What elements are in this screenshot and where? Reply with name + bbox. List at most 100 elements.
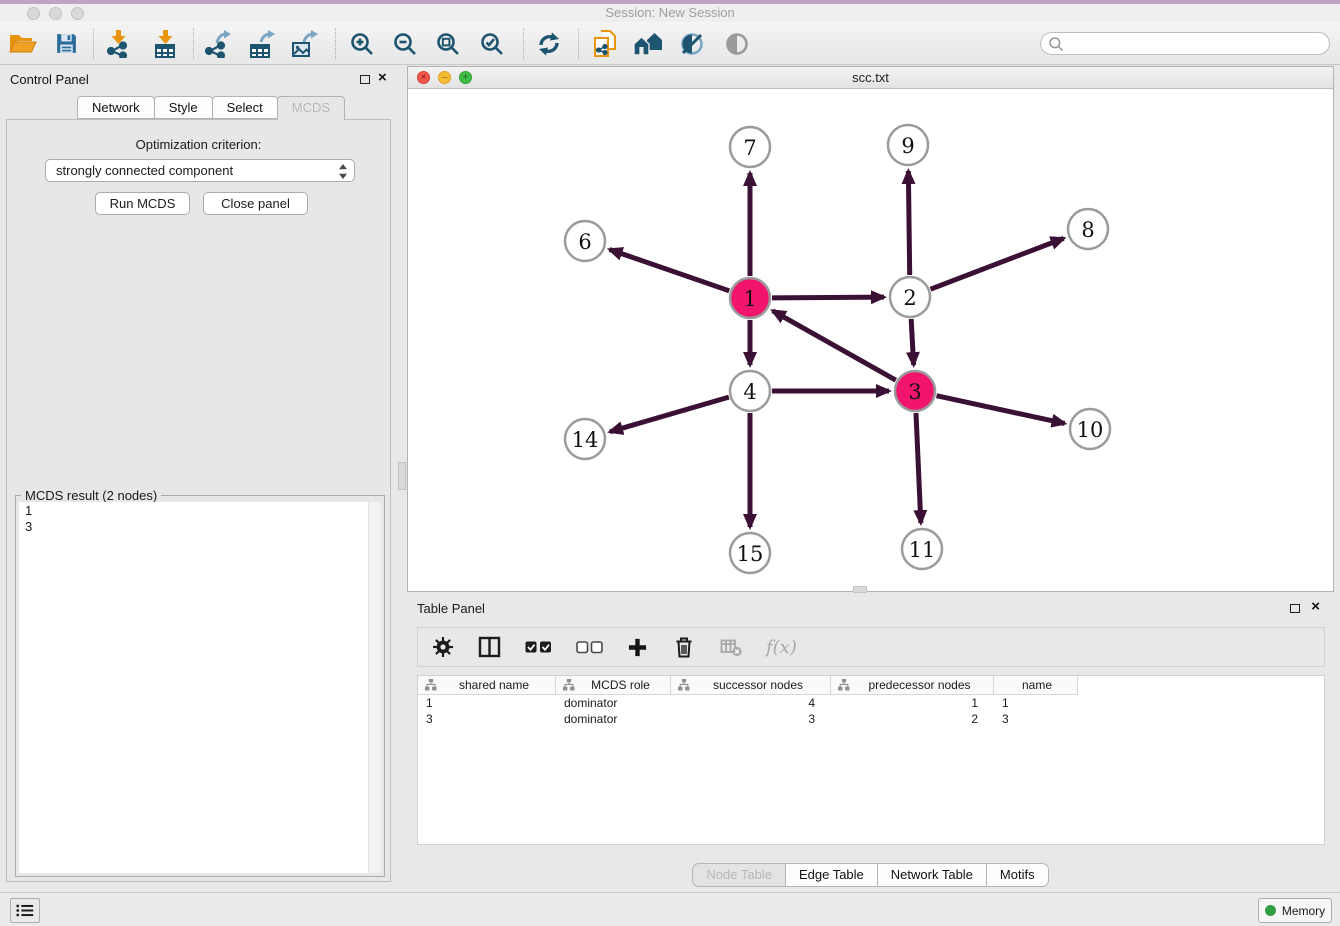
table-body: 1dominator4113dominator323 (418, 695, 1324, 727)
search-icon (1048, 36, 1064, 52)
dropdown-stepper-icon (338, 163, 348, 180)
cell-name[interactable]: 1 (994, 695, 1078, 711)
search-input[interactable] (1064, 35, 1329, 53)
save-session-button[interactable] (48, 26, 84, 61)
first-neighbors-button[interactable] (630, 26, 666, 61)
import-table-icon (152, 30, 178, 58)
apply-layout-button[interactable] (531, 26, 567, 61)
table-settings-button[interactable] (432, 636, 454, 658)
graph-edge-2-8[interactable] (931, 238, 1064, 289)
level-of-detail-icon (724, 31, 750, 57)
tab-node-table[interactable]: Node Table (692, 863, 786, 887)
table-panel-float-icon[interactable] (1290, 604, 1300, 613)
zoom-out-button[interactable] (387, 26, 423, 61)
columns-icon (478, 636, 501, 658)
save-floppy-icon (54, 31, 79, 56)
zoom-in-button[interactable] (344, 26, 380, 61)
control-panel-title: Control Panel (10, 72, 89, 87)
show-columns-button[interactable] (478, 636, 501, 658)
run-mcds-button[interactable]: Run MCDS (95, 192, 190, 215)
column-header-shared-name[interactable]: shared name (418, 676, 556, 695)
open-session-button[interactable] (5, 26, 41, 61)
tab-motifs[interactable]: Motifs (986, 863, 1049, 887)
column-header-name[interactable]: name (994, 676, 1078, 695)
tab-edge-table[interactable]: Edge Table (785, 863, 878, 887)
control-panel-close-icon[interactable]: × (378, 72, 387, 84)
toolbar-separator (523, 28, 524, 59)
column-header-successor-nodes[interactable]: successor nodes (671, 676, 831, 695)
network-canvas[interactable]: 1234678910111415 (408, 89, 1333, 591)
cell-predecessor-nodes[interactable]: 2 (831, 711, 994, 727)
graph-node-label-15: 15 (737, 542, 764, 566)
table-panel: Table Panel × f(x) shared nameMCDS roles… (407, 597, 1334, 890)
graph-edge-3-1[interactable] (773, 311, 896, 380)
import-table-button[interactable] (147, 26, 183, 61)
function-builder-button[interactable]: f(x) (766, 637, 797, 658)
close-panel-button[interactable]: Close panel (203, 192, 308, 215)
cell-successor-nodes[interactable]: 4 (671, 695, 831, 711)
cell-MCDS-role[interactable]: dominator (556, 711, 671, 727)
export-image-button[interactable] (287, 26, 323, 61)
table-row[interactable]: 1dominator411 (418, 695, 1324, 711)
cell-MCDS-role[interactable]: dominator (556, 695, 671, 711)
toolbar-search (1040, 32, 1330, 55)
delete-table-button[interactable] (720, 637, 742, 657)
memory-button[interactable]: Memory (1258, 898, 1332, 923)
toolbar-separator (335, 28, 336, 59)
column-label: shared name (437, 678, 551, 692)
graph-edge-3-10[interactable] (936, 396, 1064, 424)
tab-network[interactable]: Network (77, 96, 155, 119)
table-row[interactable]: 3dominator323 (418, 711, 1324, 727)
criterion-dropdown[interactable]: strongly connected component (45, 159, 355, 182)
status-bar: Memory (0, 892, 1340, 926)
zoom-selected-button[interactable] (474, 26, 510, 61)
graph-edge-4-14[interactable] (610, 397, 729, 432)
network-graph: 1234678910111415 (408, 89, 1333, 591)
control-panel-float-icon[interactable] (360, 75, 370, 84)
task-history-button[interactable] (10, 898, 40, 923)
mcds-result-scrollbar[interactable] (368, 502, 381, 873)
zoom-fit-button[interactable] (430, 26, 466, 61)
cell-predecessor-nodes[interactable]: 1 (831, 695, 994, 711)
new-network-from-selection-button[interactable] (587, 26, 623, 61)
column-header-MCDS-role[interactable]: MCDS role (556, 676, 671, 695)
graph-edge-1-2[interactable] (772, 297, 884, 298)
graph-edge-1-6[interactable] (610, 249, 730, 290)
cell-shared-name[interactable]: 3 (418, 711, 556, 727)
shared-column-icon (678, 679, 690, 691)
cell-successor-nodes[interactable]: 3 (671, 711, 831, 727)
level-of-detail-button[interactable] (719, 26, 755, 61)
mcds-result-area: 1 3 (19, 502, 381, 873)
zoom-in-icon (349, 31, 375, 57)
mcds-result-group: MCDS result (2 nodes) 1 3 (15, 495, 385, 877)
delete-columns-button[interactable] (672, 635, 696, 659)
mcds-result-text[interactable]: 1 3 (19, 502, 367, 873)
graphics-details-icon (679, 31, 705, 57)
select-all-columns-button[interactable] (525, 638, 552, 656)
window-titlebar: Session: New Session (0, 4, 1340, 22)
tab-style[interactable]: Style (154, 96, 213, 119)
graph-edge-2-9[interactable] (908, 171, 909, 275)
horizontal-splitter-grip[interactable] (853, 586, 867, 593)
export-table-button[interactable] (244, 26, 280, 61)
check-all-icon (525, 638, 552, 656)
graph-node-label-9: 9 (901, 134, 914, 158)
column-label: MCDS role (575, 678, 666, 692)
network-window-titlebar[interactable]: × – + scc.txt (408, 67, 1333, 89)
graph-edge-3-11[interactable] (916, 413, 921, 523)
show-hide-graphics-details-button[interactable] (674, 26, 710, 61)
import-network-button[interactable] (100, 26, 136, 61)
export-network-button[interactable] (200, 26, 236, 61)
table-panel-close-icon[interactable]: × (1311, 601, 1320, 613)
tab-mcds[interactable]: MCDS (277, 96, 345, 120)
unselect-all-columns-button[interactable] (576, 638, 603, 656)
cell-name[interactable]: 3 (994, 711, 1078, 727)
panel-splitter-grip[interactable] (398, 462, 406, 490)
create-column-button[interactable] (627, 637, 648, 658)
tab-network-table[interactable]: Network Table (877, 863, 987, 887)
graph-node-label-4: 4 (743, 380, 756, 404)
column-header-predecessor-nodes[interactable]: predecessor nodes (831, 676, 994, 695)
graph-edge-2-3[interactable] (911, 319, 913, 365)
tab-select[interactable]: Select (212, 96, 278, 119)
cell-shared-name[interactable]: 1 (418, 695, 556, 711)
